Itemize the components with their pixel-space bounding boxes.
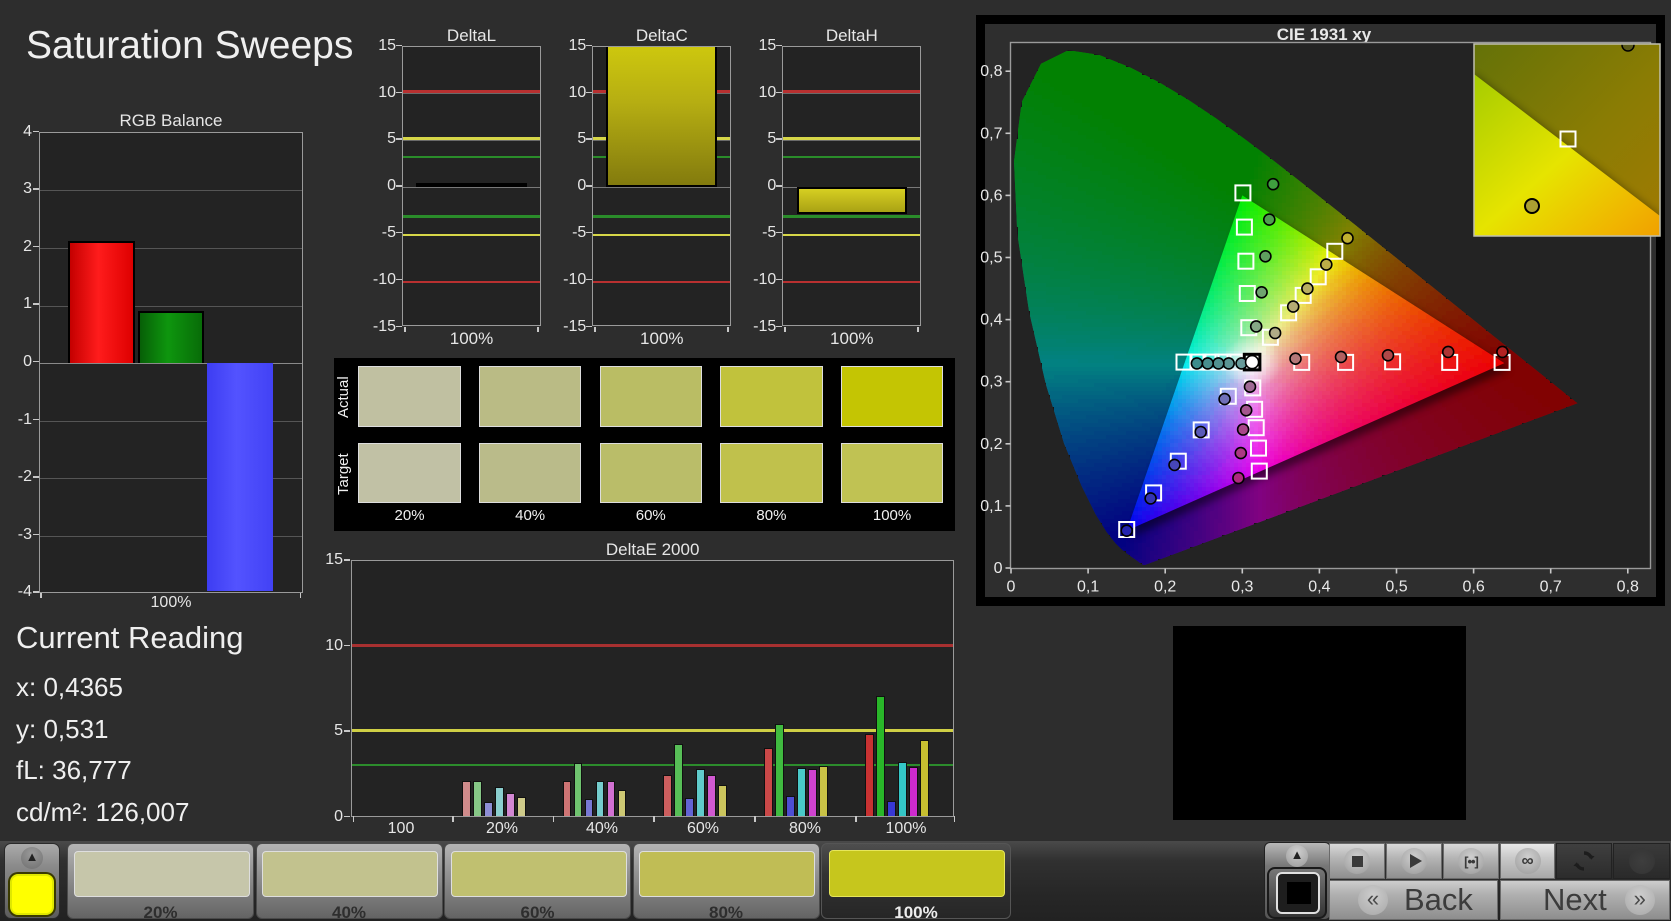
svg-text:CIE 1931 xy: CIE 1931 xy [1277,25,1372,44]
svg-text:0: 0 [1007,579,1016,596]
svg-text:0,1: 0,1 [980,498,1002,515]
svg-text:0,1: 0,1 [1077,579,1099,596]
svg-text:0,3: 0,3 [980,374,1002,391]
svg-text:0,7: 0,7 [980,125,1002,142]
svg-text:0,4: 0,4 [1308,579,1330,596]
svg-text:0: 0 [994,560,1003,577]
svg-text:0,7: 0,7 [1540,579,1562,596]
svg-text:0,8: 0,8 [980,63,1002,80]
svg-text:0,6: 0,6 [980,187,1002,204]
svg-text:0,3: 0,3 [1231,579,1253,596]
svg-text:0,8: 0,8 [1617,579,1639,596]
svg-text:0,4: 0,4 [980,312,1002,329]
svg-text:0,2: 0,2 [980,436,1002,453]
svg-text:0,6: 0,6 [1462,579,1484,596]
svg-text:0,5: 0,5 [1385,579,1407,596]
svg-text:0,5: 0,5 [980,250,1002,267]
svg-text:0,2: 0,2 [1154,579,1176,596]
